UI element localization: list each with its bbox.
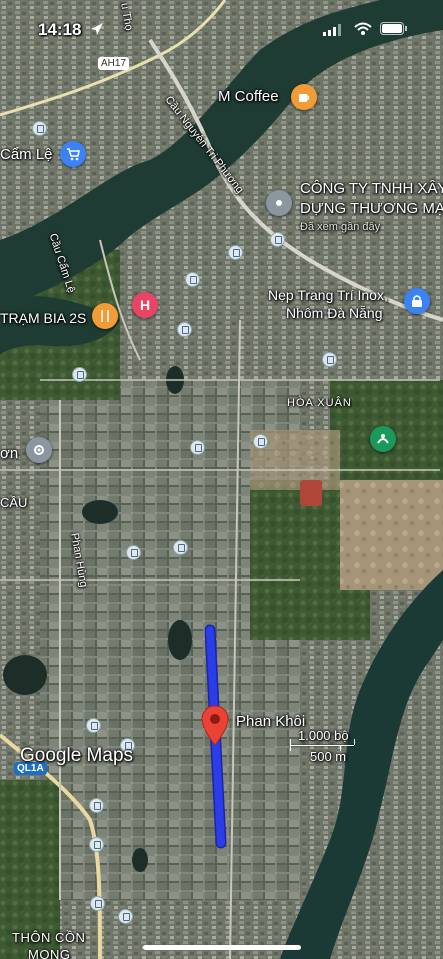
map-pin-icon[interactable] — [200, 705, 230, 747]
route-line — [204, 624, 227, 849]
scale-bar: 1.000 bộ 500 m — [290, 728, 365, 766]
scale-imperial-label: 1.000 bộ — [298, 728, 349, 743]
google-maps-brand-text: Google Maps — [20, 745, 134, 766]
map-view[interactable]: 14:18 AH17 QL1A u Thọ M Coffee Cẩm Lệ Cầ… — [0, 0, 443, 959]
google-maps-logo: Google Maps — [20, 745, 133, 767]
home-indicator[interactable] — [143, 945, 301, 950]
scale-metric-label: 500 m — [310, 749, 347, 764]
